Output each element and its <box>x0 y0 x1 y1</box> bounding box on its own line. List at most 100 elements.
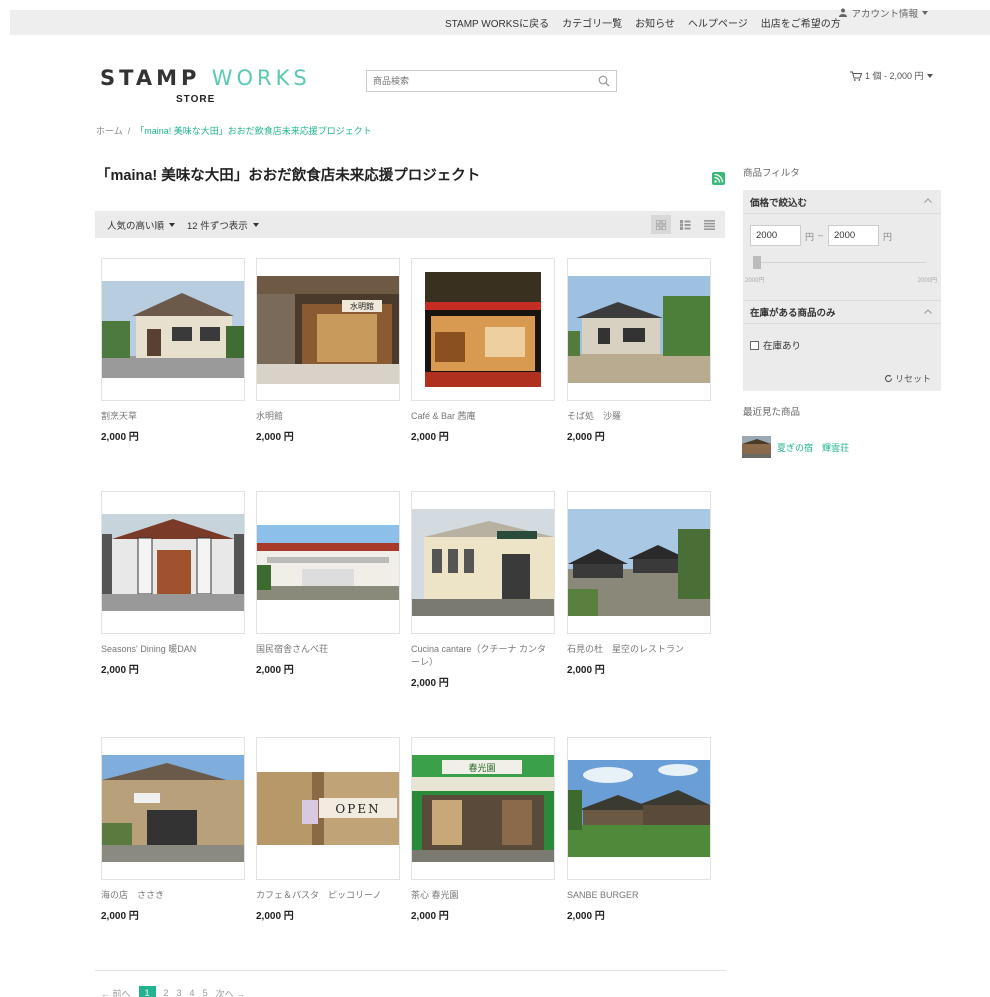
product-price: 2,000 円 <box>101 432 139 443</box>
product-image[interactable]: 水明館 <box>256 258 400 401</box>
price-filter-heading: 価格で絞込む <box>750 197 808 209</box>
product-image[interactable] <box>101 258 245 401</box>
pagination: ← 前へ 1 2 3 4 5 次へ → <box>101 986 245 997</box>
product-name[interactable]: 割烹天草 <box>101 410 245 423</box>
product-image[interactable] <box>101 491 245 634</box>
product-image[interactable]: 春光園 <box>411 737 555 880</box>
product-name[interactable]: 水明館 <box>256 410 400 423</box>
refresh-icon <box>884 374 893 382</box>
pager-next[interactable]: 次へ → <box>216 987 246 997</box>
product-name[interactable]: カフェ＆パスタ ピッコリーノ <box>256 889 400 902</box>
product-card[interactable]: 石見の杜 星空のレストラン 2,000 円 <box>567 491 711 676</box>
product-name[interactable]: SANBE BURGER <box>567 889 711 902</box>
caret-down-icon <box>926 73 933 78</box>
breadcrumb-current[interactable]: 「maina! 美味な大田」おおだ飲食店未来応援プロジェクト <box>135 126 372 136</box>
filter-title: 商品フィルタ <box>743 168 800 179</box>
recent-item[interactable]: 夏ぎの宿 輝雲荘 <box>742 436 849 458</box>
stock-filter-header[interactable]: 在庫がある商品のみ <box>743 300 941 324</box>
pager-page-3[interactable]: 3 <box>177 988 182 997</box>
rss-icon[interactable] <box>712 172 725 185</box>
price-min-input[interactable]: 2000 <box>750 225 801 246</box>
product-card[interactable]: Cucina cantare（クチーナ カンターレ） 2,000 円 <box>411 491 555 689</box>
product-image[interactable] <box>567 491 711 634</box>
nav-category-list[interactable]: カテゴリ一覧 <box>562 15 622 30</box>
product-card[interactable]: 春光園 茶心 春光園 2,000 円 <box>411 737 555 922</box>
recent-item-image[interactable] <box>742 436 771 458</box>
product-name[interactable]: Cucina cantare（クチーナ カンターレ） <box>411 643 555 669</box>
product-image[interactable] <box>411 491 555 634</box>
site-logo[interactable]: STAMP WORKS STORE <box>100 66 307 110</box>
breadcrumb-separator: / <box>127 126 131 136</box>
product-card[interactable]: 割烹天草 2,000 円 <box>101 258 245 443</box>
product-image[interactable] <box>101 737 245 880</box>
breadcrumb: ホーム / 「maina! 美味な大田」おおだ飲食店未来応援プロジェクト <box>96 124 372 137</box>
product-image[interactable] <box>567 258 711 401</box>
nav-back-stampworks[interactable]: STAMP WORKSに戻る <box>445 15 549 30</box>
top-nav: STAMP WORKSに戻る カテゴリ一覧 お知らせ ヘルプページ 出店をご希望… <box>445 10 841 35</box>
product-price: 2,000 円 <box>256 432 294 443</box>
pager-page-2[interactable]: 2 <box>164 988 169 997</box>
product-image[interactable] <box>411 258 555 401</box>
product-card[interactable]: Seasons' Dining 暖DAN 2,000 円 <box>101 491 245 676</box>
nav-news[interactable]: お知らせ <box>635 15 675 30</box>
slider-min-label: 2000円 <box>745 278 765 284</box>
product-card[interactable]: 海の店 ささき 2,000 円 <box>101 737 245 922</box>
grid-list-view-icon[interactable] <box>675 215 695 234</box>
product-image[interactable]: OPEN <box>256 737 400 880</box>
sort-dropdown[interactable]: 人気の高い順 <box>107 211 176 238</box>
product-card[interactable]: SANBE BURGER 2,000 円 <box>567 737 711 922</box>
price-slider-handle[interactable] <box>753 256 761 269</box>
nav-seller-signup[interactable]: 出店をご希望の方 <box>761 15 841 30</box>
in-stock-checkbox[interactable] <box>750 340 759 350</box>
caret-down-icon <box>169 222 176 227</box>
account-menu[interactable]: アカウント情報 <box>839 0 928 25</box>
product-name[interactable]: 茶心 春光園 <box>411 889 555 902</box>
product-card[interactable]: 国民宿舎さんべ荘 2,000 円 <box>256 491 400 676</box>
product-card[interactable]: OPEN カフェ＆パスタ ピッコリーノ 2,000 円 <box>256 737 400 922</box>
per-page-dropdown[interactable]: 12 件ずつ表示 <box>187 211 259 238</box>
recent-item-name[interactable]: 夏ぎの宿 輝雲荘 <box>777 441 849 454</box>
in-stock-option[interactable]: 在庫あり <box>750 338 801 352</box>
cart-icon <box>850 71 862 81</box>
product-image[interactable] <box>567 737 711 880</box>
search-icon[interactable] <box>598 75 610 87</box>
open-sign-text: OPEN <box>335 802 380 816</box>
product-price: 2,000 円 <box>567 432 605 443</box>
search-input[interactable] <box>367 71 587 91</box>
product-name[interactable]: そば処 沙羅 <box>567 410 711 423</box>
nav-help[interactable]: ヘルプページ <box>688 15 748 30</box>
suimeikan-sign-text: 水明館 <box>350 301 374 311</box>
product-card[interactable]: そば処 沙羅 2,000 円 <box>567 258 711 443</box>
logo-store-label: STORE <box>176 94 216 105</box>
price-max-input[interactable]: 2000 <box>828 225 879 246</box>
product-name[interactable]: 海の店 ささき <box>101 889 245 902</box>
pager-prev[interactable]: ← 前へ <box>101 987 131 997</box>
pager-divider <box>95 970 725 971</box>
breadcrumb-home[interactable]: ホーム <box>96 126 123 136</box>
pager-page-1[interactable]: 1 <box>138 986 156 997</box>
account-label: アカウント情報 <box>851 8 918 20</box>
filter-panel: 価格で絞込む 2000 円 – 2000 円 2000円 2000円 在庫がある… <box>743 190 941 391</box>
product-price: 2,000 円 <box>411 432 449 443</box>
cart-summary-text: 1 個 - 2,000 円 <box>865 71 924 81</box>
list-view-icon[interactable] <box>699 215 719 234</box>
pager-page-5[interactable]: 5 <box>203 988 208 997</box>
reset-button[interactable]: リセット <box>884 372 931 385</box>
sort-label: 人気の高い順 <box>107 220 165 232</box>
price-filter-header[interactable]: 価格で絞込む <box>743 190 941 214</box>
sort-bar: 人気の高い順 12 件ずつ表示 <box>95 211 725 238</box>
stock-filter-heading: 在庫がある商品のみ <box>750 308 836 319</box>
product-image[interactable] <box>256 491 400 634</box>
product-name[interactable]: Seasons' Dining 暖DAN <box>101 643 245 656</box>
caret-down-icon <box>252 222 259 227</box>
price-slider-track[interactable] <box>754 262 926 263</box>
product-name[interactable]: 石見の杜 星空のレストラン <box>567 643 711 656</box>
product-price: 2,000 円 <box>411 911 449 922</box>
cart-summary[interactable]: 1 個 - 2,000 円 <box>850 69 933 82</box>
pager-page-4[interactable]: 4 <box>190 988 195 997</box>
grid-large-view-icon[interactable] <box>651 215 671 234</box>
product-card[interactable]: 水明館 水明館 2,000 円 <box>256 258 400 443</box>
product-name[interactable]: 国民宿舎さんべ荘 <box>256 643 400 656</box>
product-card[interactable]: Café & Bar 茜庵 2,000 円 <box>411 258 555 443</box>
product-name[interactable]: Café & Bar 茜庵 <box>411 410 555 423</box>
